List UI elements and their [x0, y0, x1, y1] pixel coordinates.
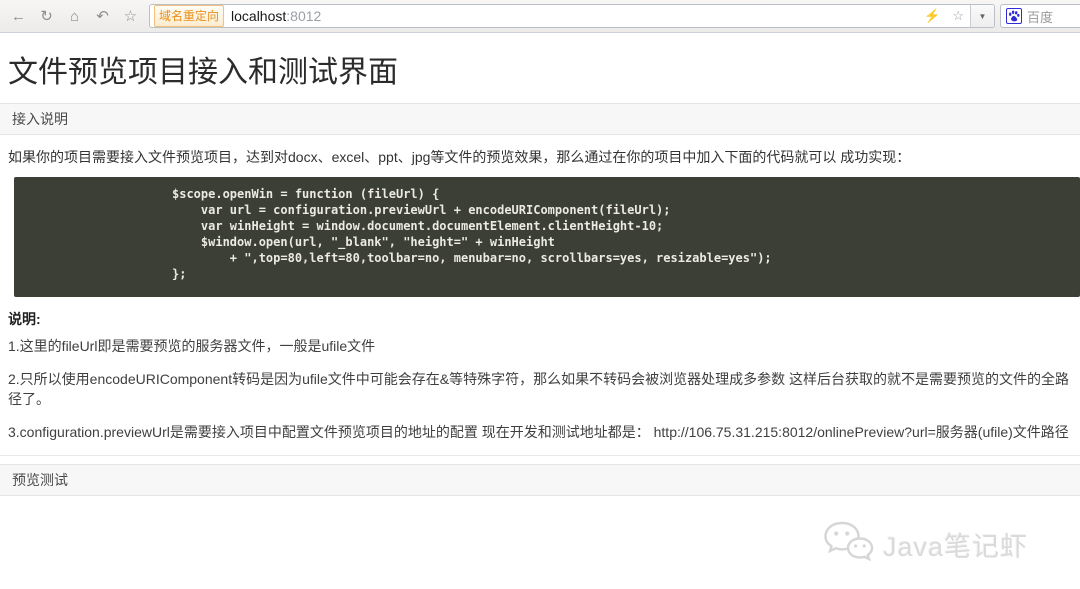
url-host: localhost	[231, 8, 286, 24]
address-bar[interactable]: 域名重定向 localhost:8012 ⚡ ☆ ▼	[149, 4, 995, 28]
url-dropdown-caret-icon[interactable]: ▼	[970, 4, 994, 28]
bolt-icon[interactable]: ⚡	[918, 8, 946, 24]
intro-text: 如果你的项目需要接入文件预览项目，达到对docx、excel、ppt、jpg等文…	[8, 147, 1072, 167]
section-header-access: 接入说明	[0, 103, 1080, 135]
url-port: :8012	[286, 8, 321, 24]
page-title: 文件预览项目接入和测试界面	[8, 47, 1080, 91]
notes-title: 说明:	[8, 309, 1080, 329]
page-content: 文件预览项目接入和测试界面 接入说明 如果你的项目需要接入文件预览项目，达到对d…	[0, 33, 1080, 589]
note-item-2: 2.只所以使用encodeURIComponent转码是因为ufile文件中可能…	[8, 369, 1072, 409]
watermark-text: Java笔记虾	[883, 525, 1028, 564]
code-block: $scope.openWin = function (fileUrl) { va…	[14, 177, 1080, 297]
section-header-preview: 预览测试	[0, 464, 1080, 496]
nav-icon-group: ← ↻ ⌂ ↶ ☆	[8, 6, 141, 27]
favorites-icon[interactable]: ☆	[120, 6, 141, 27]
home-icon[interactable]: ⌂	[64, 6, 85, 27]
wechat-logo-icon	[822, 520, 874, 569]
domain-redirect-badge[interactable]: 域名重定向	[154, 5, 224, 27]
note-item-3: 3.configuration.previewUrl是需要接入项目中配置文件预览…	[8, 422, 1072, 442]
bookmark-star-icon[interactable]: ☆	[946, 8, 970, 24]
baidu-logo-icon	[1006, 8, 1022, 24]
search-placeholder: 百度	[1027, 7, 1053, 26]
browser-toolbar: ← ↻ ⌂ ↶ ☆ 域名重定向 localhost:8012 ⚡ ☆ ▼ 百度	[0, 0, 1080, 33]
history-icon[interactable]: ↶	[92, 6, 113, 27]
baidu-search-box[interactable]: 百度	[1000, 4, 1080, 28]
back-icon[interactable]: ←	[8, 6, 29, 27]
refresh-icon[interactable]: ↻	[36, 6, 57, 27]
section-divider	[0, 455, 1080, 456]
note-item-1: 1.这里的fileUrl即是需要预览的服务器文件，一般是ufile文件	[8, 336, 1072, 356]
watermark: Java笔记虾	[822, 520, 1028, 569]
